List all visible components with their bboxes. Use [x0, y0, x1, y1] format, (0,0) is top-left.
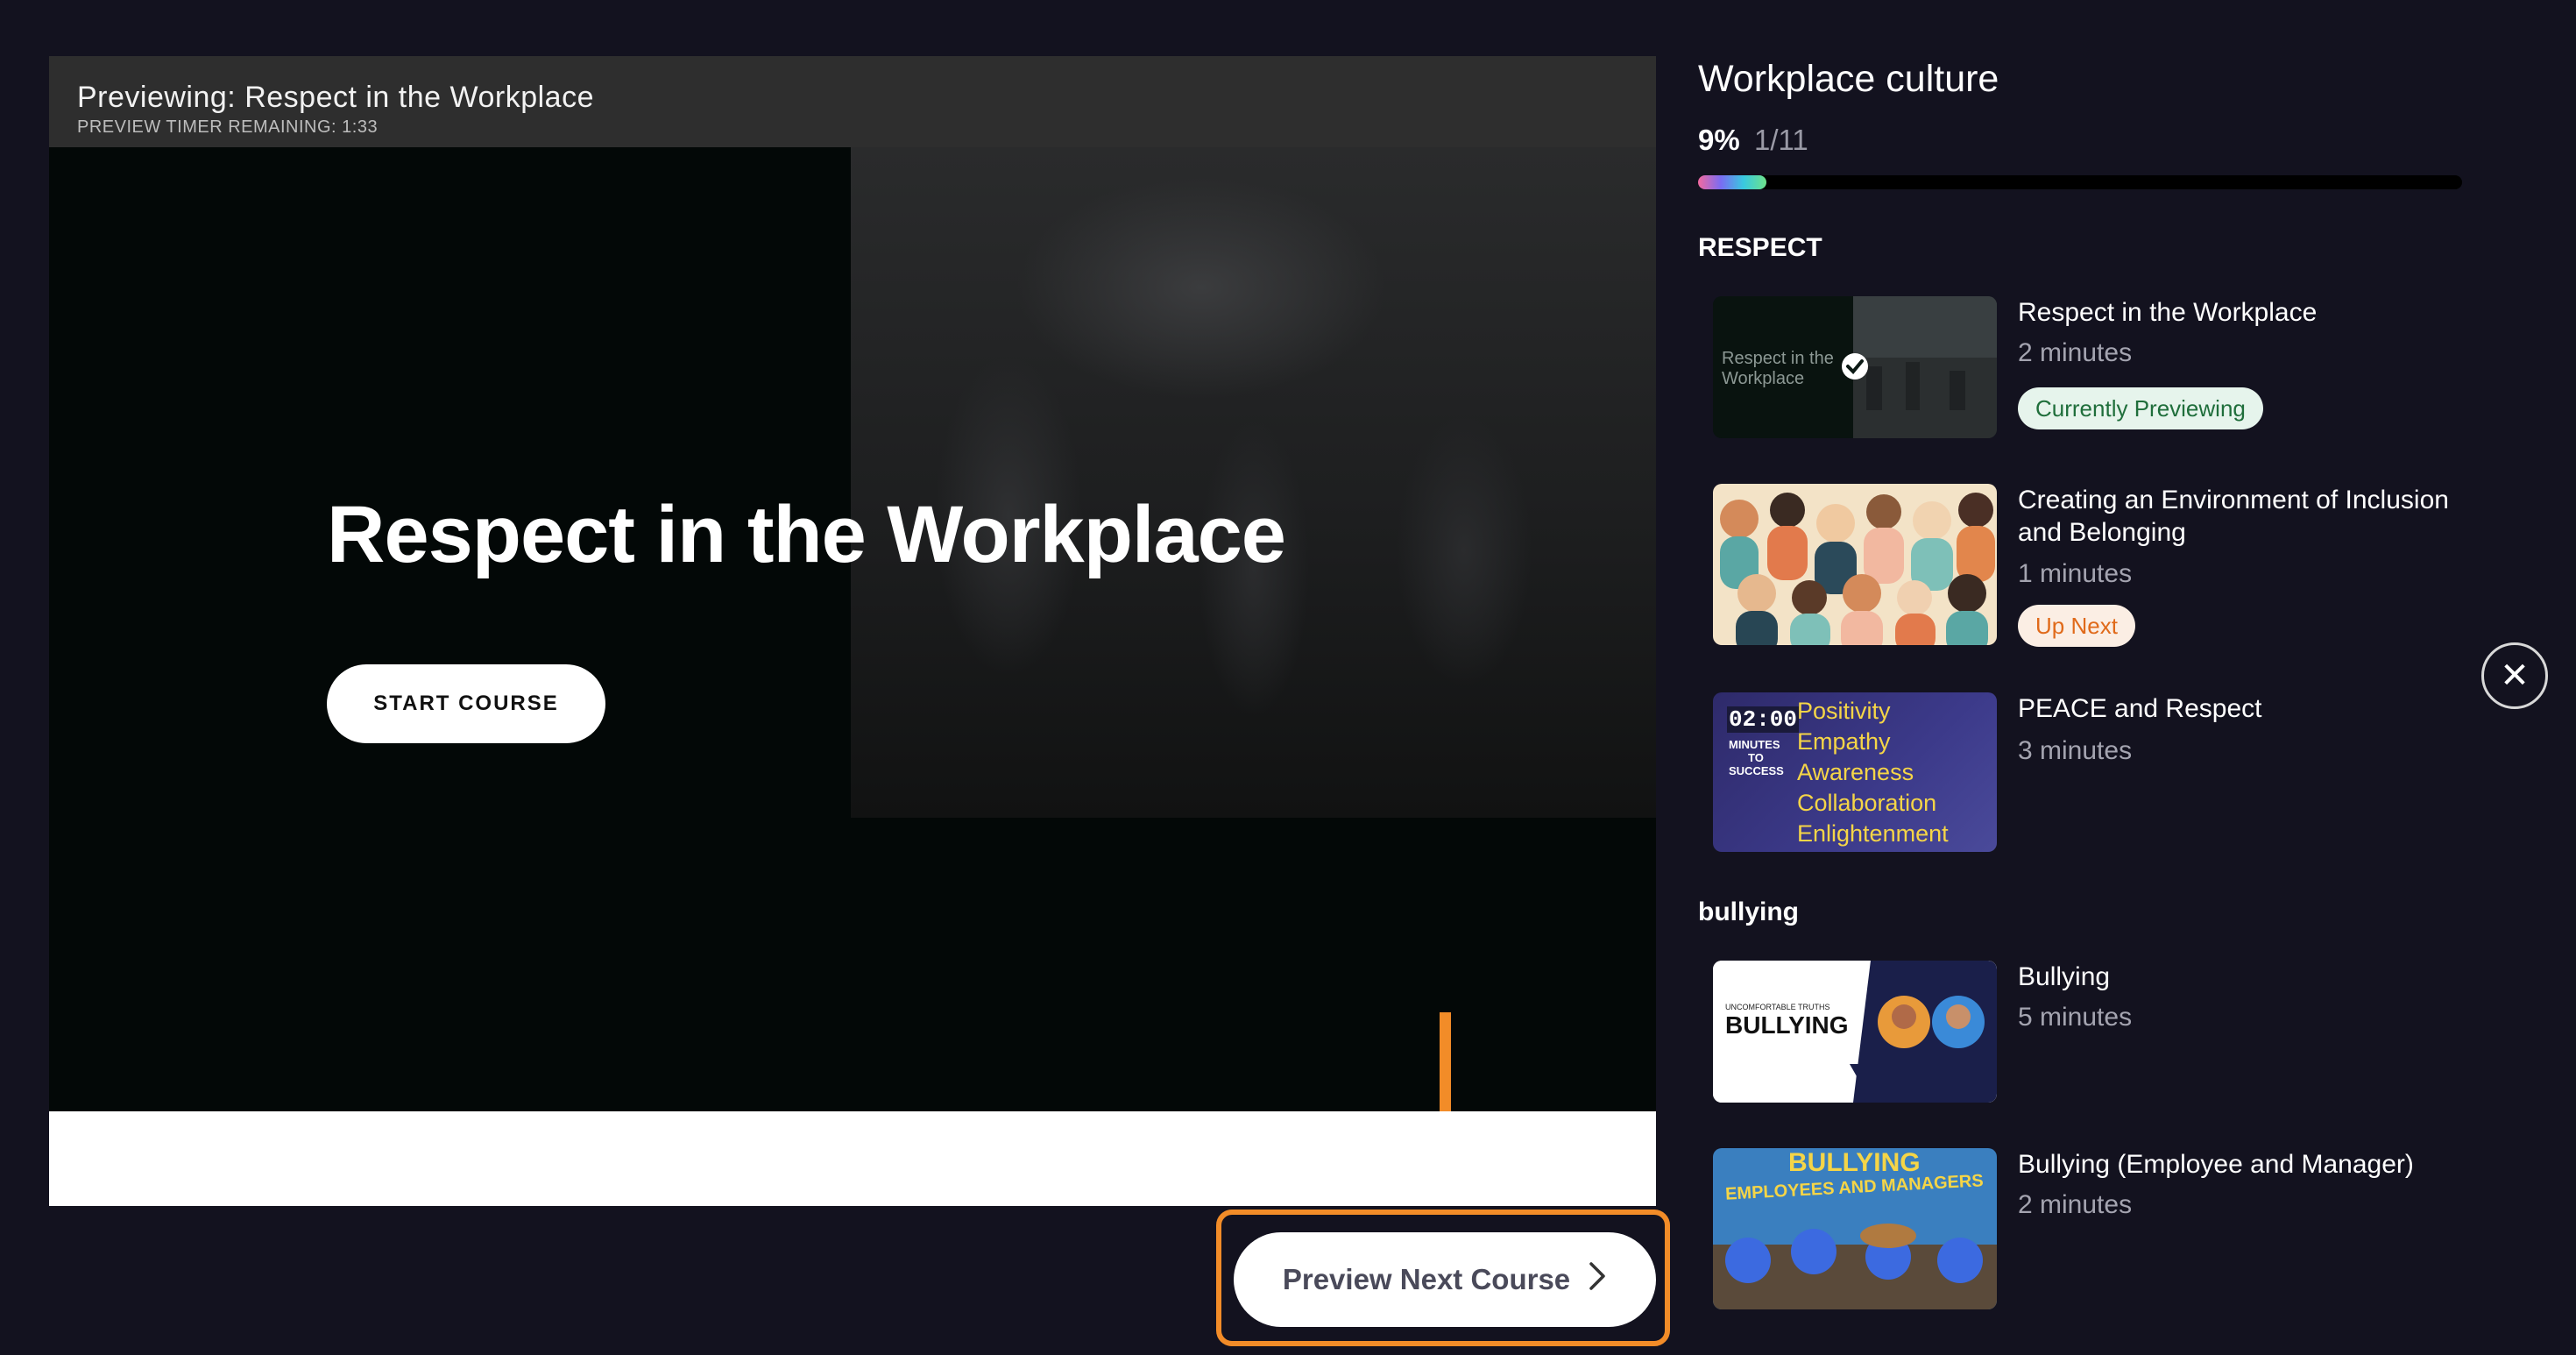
preview-timer: PREVIEW TIMER REMAINING: 1:33 [77, 117, 379, 137]
progress-percent: 9% [1698, 124, 1740, 156]
thumbnail-timer: 02:00 [1727, 706, 1800, 733]
course-duration: 1 minutes [2018, 559, 2133, 588]
course-thumbnail: BULLYING EMPLOYEES AND MANAGERS [1713, 1148, 1997, 1309]
chevron-right-icon [1588, 1260, 1607, 1300]
thumbnail-word-4: Collaboration [1797, 790, 1937, 816]
thumbnail-word-1: Positivity [1797, 698, 1891, 724]
thumbnail-word-5: Enlightenment [1797, 820, 1949, 847]
player-title: Previewing: Respect in the Workplace [77, 81, 594, 114]
course-duration: 2 minutes [2018, 338, 2133, 367]
course-player: Previewing: Respect in the Workplace PRE… [49, 56, 1656, 1206]
course-duration: 3 minutes [2018, 736, 2133, 765]
thumbnail-headline: BULLYING [1725, 1011, 1849, 1039]
close-icon: ✕ [2500, 656, 2530, 695]
progress-bar [1698, 175, 2462, 189]
thumbnail-word-3: Awareness [1797, 759, 1914, 785]
course-item[interactable]: UNCOMFORTABLE TRUTHS BULLYING Bullying 5… [1713, 961, 2458, 1103]
course-thumbnail: Respect in the Workplace [1713, 296, 1997, 438]
course-item[interactable]: Creating an Environment of Inclusion and… [1713, 484, 2458, 647]
preview-next-course-button[interactable]: Preview Next Course [1234, 1232, 1656, 1327]
course-title: Bullying [2018, 962, 2111, 991]
currently-previewing-badge: Currently Previewing [2018, 387, 2263, 429]
thumbnail-kicker: UNCOMFORTABLE TRUTHS [1725, 1003, 1830, 1011]
thumbnail-caption-1: MINUTES [1729, 738, 1780, 751]
course-title: Bullying (Employee and Manager) [2018, 1150, 2414, 1179]
course-title: PEACE and Respect [2018, 694, 2262, 723]
player-footer [49, 1111, 1656, 1206]
thumbnail-caption-3: SUCCESS [1729, 764, 1784, 777]
thumbnail-word-2: Empathy [1797, 728, 1891, 755]
course-thumbnail: UNCOMFORTABLE TRUTHS BULLYING [1713, 961, 1997, 1103]
course-item[interactable]: Respect in the Workplace Respect in the … [1713, 296, 2458, 445]
section-heading-bullying: bullying [1698, 897, 1799, 926]
thumbnail-line-1: BULLYING [1788, 1148, 1921, 1177]
thumbnail-caption: Respect in the Workplace [1722, 349, 1834, 388]
progress-count: 1/11 [1754, 124, 1808, 156]
preview-next-course-label: Preview Next Course [1282, 1263, 1571, 1295]
course-thumbnail [1713, 484, 1997, 645]
course-title: Respect in the Workplace [2018, 298, 2318, 327]
start-course-button[interactable]: START COURSE [327, 664, 605, 743]
progress-bar-fill [1698, 175, 1767, 189]
course-item[interactable]: BULLYING EMPLOYEES AND MANAGERS Bullying… [1713, 1148, 2458, 1309]
hero-title: Respect in the Workplace [327, 490, 1286, 579]
playlist-title: Workplace culture [1698, 58, 1999, 100]
course-title: Creating an Environment of Inclusion and… [2018, 486, 2449, 547]
course-thumbnail: 02:00 MINUTES TO SUCCESS Positivity Empa… [1713, 692, 1997, 852]
course-item[interactable]: 02:00 MINUTES TO SUCCESS Positivity Empa… [1713, 692, 2458, 854]
player-header: Previewing: Respect in the Workplace PRE… [49, 56, 1656, 147]
app-frame: Previewing: Respect in the Workplace PRE… [0, 0, 2576, 1355]
close-button[interactable]: ✕ [2481, 642, 2548, 709]
section-heading-respect: RESPECT [1698, 233, 1822, 262]
course-duration: 5 minutes [2018, 1003, 2133, 1032]
thumbnail-caption-2: TO [1748, 751, 1764, 764]
up-next-badge: Up Next [2018, 605, 2135, 647]
office-background-image [851, 147, 1656, 818]
course-duration: 2 minutes [2018, 1190, 2133, 1219]
course-hero [49, 147, 1656, 1167]
